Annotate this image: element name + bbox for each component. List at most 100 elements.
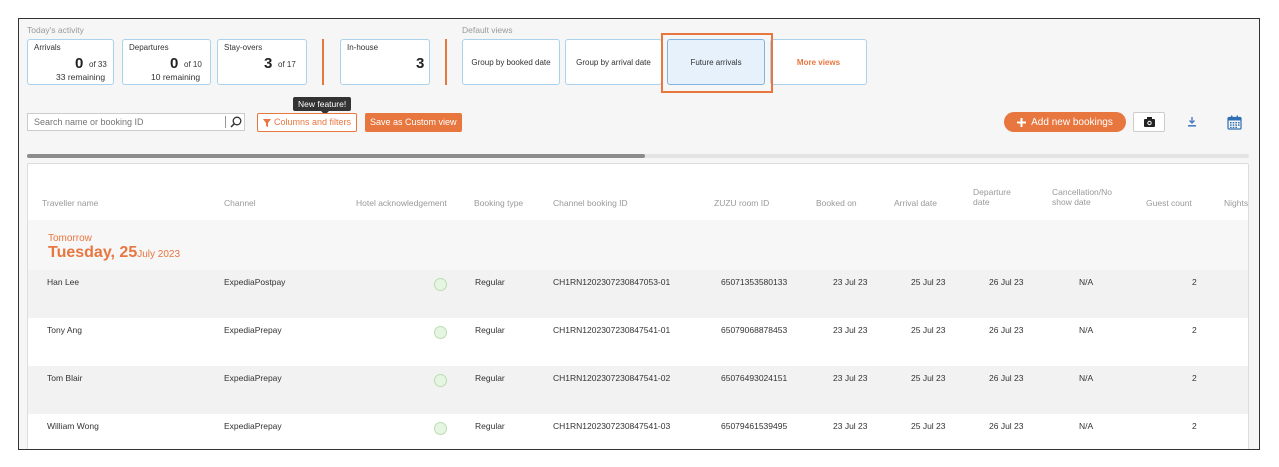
table-row[interactable]: Tom Blair ExpediaPrepay Regular CH1RN120… bbox=[28, 366, 1248, 414]
download-button[interactable] bbox=[1183, 113, 1201, 131]
focus-highlight bbox=[661, 33, 773, 93]
arrivals-card[interactable]: Arrivals 0 of 33 33 remaining bbox=[27, 39, 114, 85]
views-divider bbox=[445, 39, 447, 85]
channel: ExpediaPrepay bbox=[224, 325, 282, 335]
arrivals-total: of 33 bbox=[89, 60, 107, 69]
date-relative-label: Tomorrow bbox=[48, 233, 92, 244]
col-cancellation-date[interactable]: Cancellation/No show date bbox=[1052, 187, 1122, 207]
room-id: 65079068878453 bbox=[721, 325, 788, 335]
departure-date: 26 Jul 23 bbox=[989, 277, 1024, 287]
bookings-panel: Today's activity Arrivals 0 of 33 33 rem… bbox=[18, 18, 1260, 450]
cancellation-date: N/A bbox=[1079, 421, 1094, 431]
booking-type: Regular bbox=[475, 325, 505, 335]
save-custom-view-button[interactable]: Save as Custom view bbox=[365, 113, 462, 132]
col-channel-booking-id[interactable]: Channel booking ID bbox=[553, 198, 628, 208]
booking-type: Regular bbox=[475, 277, 505, 287]
date-day: Tuesday, 25 bbox=[48, 244, 138, 261]
download-icon bbox=[1188, 117, 1196, 127]
room-id: 65079461539495 bbox=[721, 421, 788, 431]
view-group-by-arrival-date[interactable]: Group by arrival date bbox=[565, 39, 662, 85]
search-icon bbox=[230, 116, 242, 128]
channel-booking-id: CH1RN1202307230847053-01 bbox=[553, 277, 671, 287]
booked-on: 23 Jul 23 bbox=[833, 421, 868, 431]
arrival-date: 25 Jul 23 bbox=[911, 373, 946, 383]
search-button[interactable] bbox=[227, 113, 245, 131]
room-id: 65076493024151 bbox=[721, 373, 788, 383]
cancellation-date: N/A bbox=[1079, 373, 1094, 383]
channel: ExpediaPrepay bbox=[224, 373, 282, 383]
col-booking-type[interactable]: Booking type bbox=[474, 198, 523, 208]
arrival-date: 25 Jul 23 bbox=[911, 277, 946, 287]
channel: ExpediaPrepay bbox=[224, 421, 282, 431]
columns-and-filters-button[interactable]: Columns and filters bbox=[257, 113, 358, 132]
col-nights[interactable]: Nights bbox=[1224, 198, 1248, 208]
table-row[interactable]: William Wong ExpediaPrepay Regular CH1RN… bbox=[28, 414, 1248, 449]
channel: ExpediaPostpay bbox=[224, 277, 286, 287]
departures-count: 0 bbox=[170, 55, 179, 72]
todays-activity-label: Today's activity bbox=[27, 25, 84, 35]
traveller-name: Tony Ang bbox=[47, 325, 82, 335]
col-guest-count[interactable]: Guest count bbox=[1146, 198, 1192, 208]
col-departure-date[interactable]: Departure date bbox=[973, 187, 1023, 207]
add-new-bookings-button[interactable]: Add new bookings bbox=[1004, 112, 1126, 132]
search-input[interactable] bbox=[27, 113, 245, 131]
scrollbar-thumb[interactable] bbox=[27, 154, 645, 158]
filter-icon bbox=[263, 118, 271, 127]
booked-on: 23 Jul 23 bbox=[833, 277, 868, 287]
activity-divider bbox=[322, 39, 324, 85]
stayovers-card[interactable]: Stay-overs 3 of 17 bbox=[217, 39, 307, 85]
col-zuzu-room-id[interactable]: ZUZU room ID bbox=[714, 198, 769, 208]
col-booked-on[interactable]: Booked on bbox=[816, 198, 857, 208]
guest-count: 2 bbox=[1192, 421, 1197, 431]
stayovers-total: of 17 bbox=[278, 60, 296, 69]
traveller-name: William Wong bbox=[47, 421, 99, 431]
booked-on: 23 Jul 23 bbox=[833, 325, 868, 335]
booked-on: 23 Jul 23 bbox=[833, 373, 868, 383]
date-month-year: July 2023 bbox=[137, 249, 181, 260]
booking-type: Regular bbox=[475, 373, 505, 383]
col-hotel-acknowledgement[interactable]: Hotel acknowledgement bbox=[356, 198, 447, 208]
departure-date: 26 Jul 23 bbox=[989, 325, 1024, 335]
acknowledgement-status-icon[interactable] bbox=[434, 422, 447, 435]
table-row[interactable]: Tony Ang ExpediaPrepay Regular CH1RN1202… bbox=[28, 318, 1248, 366]
camera-icon bbox=[1143, 117, 1155, 127]
arrival-date: 25 Jul 23 bbox=[911, 325, 946, 335]
view-group-by-booked-date[interactable]: Group by booked date bbox=[462, 39, 560, 85]
bookings-table: Traveller name Channel Hotel acknowledge… bbox=[27, 163, 1249, 449]
acknowledgement-status-icon[interactable] bbox=[434, 326, 447, 339]
inhouse-title: In-house bbox=[347, 43, 379, 52]
channel-booking-id: CH1RN1202307230847541-03 bbox=[553, 421, 671, 431]
calendar-button[interactable] bbox=[1224, 112, 1244, 132]
departure-date: 26 Jul 23 bbox=[989, 421, 1024, 431]
departure-date: 26 Jul 23 bbox=[989, 373, 1024, 383]
traveller-name: Han Lee bbox=[47, 277, 80, 287]
arrivals-count: 0 bbox=[75, 55, 84, 72]
acknowledgement-status-icon[interactable] bbox=[434, 278, 447, 291]
channel-booking-id: CH1RN1202307230847541-01 bbox=[553, 325, 671, 335]
departures-total: of 10 bbox=[184, 60, 202, 69]
arrival-date: 25 Jul 23 bbox=[911, 421, 946, 431]
col-channel[interactable]: Channel bbox=[224, 198, 256, 208]
inhouse-card[interactable]: In-house 3 bbox=[340, 39, 430, 85]
horizontal-scrollbar[interactable] bbox=[27, 154, 1249, 158]
view-more-views[interactable]: More views bbox=[770, 39, 867, 85]
guest-count: 2 bbox=[1192, 325, 1197, 335]
guest-count: 2 bbox=[1192, 373, 1197, 383]
acknowledgement-status-icon[interactable] bbox=[434, 374, 447, 387]
col-traveller-name[interactable]: Traveller name bbox=[42, 198, 98, 208]
cancellation-date: N/A bbox=[1079, 277, 1094, 287]
guest-count: 2 bbox=[1192, 277, 1197, 287]
departures-card[interactable]: Departures 0 of 10 10 remaining bbox=[122, 39, 211, 85]
stayovers-count: 3 bbox=[264, 55, 273, 72]
default-views-label: Default views bbox=[462, 25, 513, 35]
room-id: 65071353580133 bbox=[721, 277, 788, 287]
departures-remaining: 10 remaining bbox=[151, 72, 201, 82]
table-row[interactable]: Han Lee ExpediaPostpay Regular CH1RN1202… bbox=[28, 270, 1248, 318]
date-heading: Tuesday, 25July 2023 bbox=[48, 244, 180, 262]
plus-icon bbox=[1017, 117, 1027, 127]
calendar-icon bbox=[1226, 115, 1242, 130]
stayovers-title: Stay-overs bbox=[224, 43, 263, 52]
col-arrival-date[interactable]: Arrival date bbox=[894, 198, 937, 208]
screenshot-button[interactable] bbox=[1133, 112, 1165, 132]
traveller-name: Tom Blair bbox=[47, 373, 83, 383]
